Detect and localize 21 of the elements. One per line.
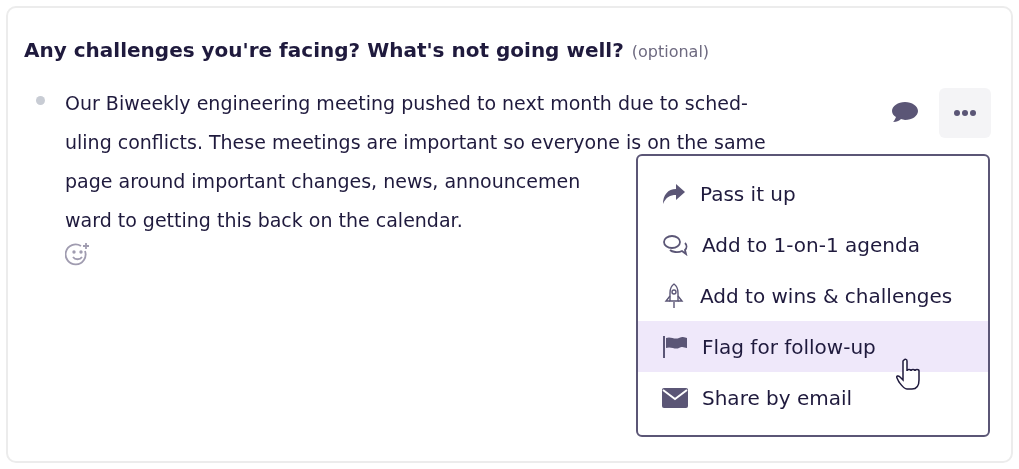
menu-item[interactable]: Add to wins & challenges — [638, 270, 988, 321]
optional-hint: (optional) — [631, 42, 710, 61]
answer-text-line: Our Biweekly engineering meeting pushed to next month due to sched- — [65, 91, 748, 116]
ellipsis-icon — [954, 110, 976, 116]
speech-bubbles-icon — [662, 233, 688, 256]
add-reaction-icon[interactable] — [65, 242, 91, 268]
answer-text-line: uling conflicts. These meetings are important so everyone is on the same — [65, 130, 766, 155]
bullet-dot — [36, 96, 45, 105]
forward-arrow-icon — [662, 182, 686, 205]
rocket-icon — [662, 282, 686, 309]
hand-pointer-icon — [896, 358, 922, 392]
menu-item[interactable]: Pass it up — [638, 168, 988, 219]
question-title: Any challenges you're facing? What's not going well? — [24, 38, 624, 62]
envelope-icon — [662, 387, 688, 408]
answer-text-line: page around important changes, news, announcemen — [65, 169, 581, 194]
menu-item[interactable]: Add to 1-on-1 agenda — [638, 219, 988, 270]
flag-icon — [662, 334, 688, 359]
more-options-button[interactable] — [939, 88, 991, 138]
answer-text-line: ward to getting this back on the calendar. — [65, 208, 463, 233]
menu-item[interactable]: Share by email — [638, 372, 988, 423]
menu-item[interactable]: Flag for follow-up — [638, 321, 988, 372]
